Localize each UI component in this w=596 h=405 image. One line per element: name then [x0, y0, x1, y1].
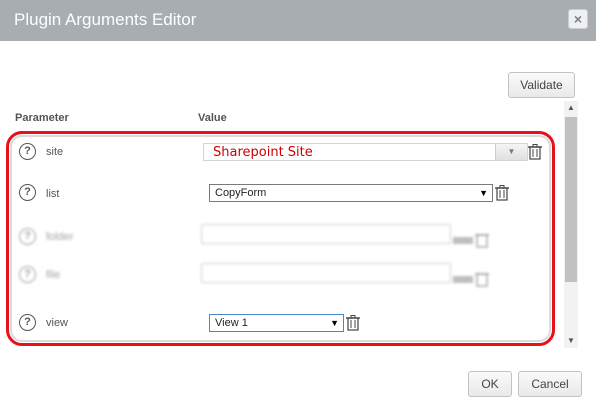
help-icon: ?: [19, 266, 36, 283]
cancel-button[interactable]: Cancel: [518, 371, 582, 397]
help-icon[interactable]: ?: [19, 184, 36, 201]
dialog-title-bar: Plugin Arguments Editor ×: [0, 0, 596, 41]
param-label-folder: folder: [46, 231, 74, 243]
trash-icon[interactable]: [528, 144, 542, 160]
help-icon: ?: [19, 228, 36, 245]
help-icon[interactable]: ?: [19, 314, 36, 331]
parameter-column-header: Parameter: [15, 112, 69, 124]
scrollbar-thumb[interactable]: [565, 117, 577, 282]
value-column-header: Value: [198, 112, 227, 124]
scroll-up-arrow-icon[interactable]: ▲: [564, 101, 578, 115]
list-select-value: CopyForm: [215, 187, 267, 199]
ok-button[interactable]: OK: [468, 371, 512, 397]
site-combobox-value: Sharepoint Site: [213, 145, 313, 160]
dropdown-arrow-icon[interactable]: ▼: [479, 185, 488, 201]
help-icon[interactable]: ?: [19, 143, 36, 160]
trash-icon[interactable]: [346, 315, 360, 331]
trash-icon[interactable]: [495, 185, 509, 201]
close-icon[interactable]: ×: [568, 9, 588, 29]
validate-button[interactable]: Validate: [508, 72, 575, 98]
view-select-value: View 1: [215, 317, 248, 329]
trash-icon: [475, 234, 489, 248]
param-label-site: site: [46, 146, 64, 158]
file-input: [201, 263, 451, 283]
folder-input: [201, 224, 451, 244]
site-combobox[interactable]: Sharepoint Site ▼: [203, 143, 528, 161]
dialog-title: Plugin Arguments Editor: [14, 10, 197, 29]
folder-browse-icon: [453, 237, 473, 244]
trash-icon: [475, 273, 489, 287]
param-label-file: file: [46, 269, 61, 281]
file-browse-icon: [453, 276, 473, 283]
param-label-view: view: [46, 317, 69, 329]
view-select[interactable]: View 1 ▼: [209, 314, 344, 332]
list-select[interactable]: CopyForm ▼: [209, 184, 493, 202]
dropdown-arrow-icon[interactable]: ▼: [495, 144, 527, 160]
scroll-down-arrow-icon[interactable]: ▼: [564, 334, 578, 348]
dropdown-arrow-icon[interactable]: ▼: [330, 315, 339, 331]
param-label-list: list: [46, 188, 60, 200]
